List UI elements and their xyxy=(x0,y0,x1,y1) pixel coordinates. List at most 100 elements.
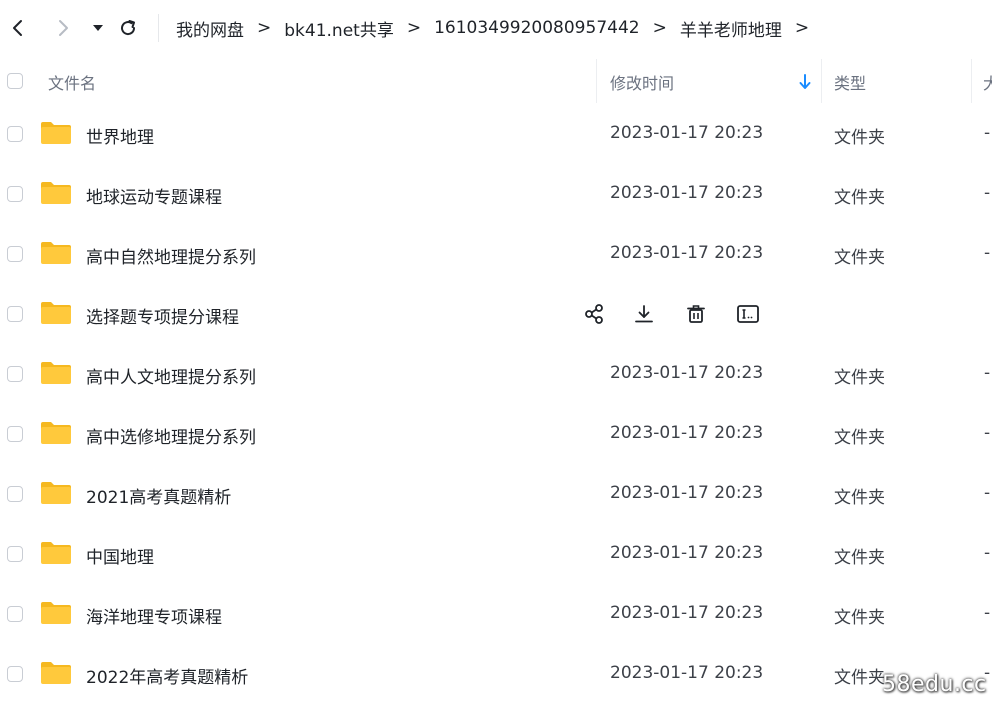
file-name[interactable]: 高中选修地理提分系列 xyxy=(86,423,256,448)
row-checkbox[interactable] xyxy=(7,366,23,382)
folder-icon xyxy=(40,661,72,685)
modified-time: 2023-01-17 20:23 xyxy=(610,663,764,683)
file-name[interactable]: 高中自然地理提分系列 xyxy=(86,243,256,268)
modified-time: 2023-01-17 20:23 xyxy=(610,363,764,383)
file-name[interactable]: 高中人文地理提分系列 xyxy=(86,363,256,388)
share-icon xyxy=(583,303,605,325)
file-type: 文件夹 xyxy=(834,608,885,628)
back-button[interactable] xyxy=(4,14,32,42)
file-name[interactable]: 选择题专项提分课程 xyxy=(86,303,239,328)
folder-icon xyxy=(40,421,72,445)
chevron-left-icon xyxy=(13,20,22,36)
file-row[interactable]: 地球运动专题课程 2023-01-17 20:23 文件夹 - xyxy=(0,164,992,224)
breadcrumb-separator: > xyxy=(652,18,667,38)
refresh-button[interactable] xyxy=(114,14,142,42)
download-icon xyxy=(633,303,655,325)
rename-button[interactable] xyxy=(734,300,762,328)
breadcrumb-item[interactable]: 羊羊老师地理 xyxy=(680,16,782,41)
breadcrumb-item[interactable]: 我的网盘 xyxy=(176,16,244,41)
file-row[interactable]: 选择题专项提分课程 xyxy=(0,284,992,344)
history-dropdown-button[interactable] xyxy=(84,14,112,42)
row-checkbox[interactable] xyxy=(7,666,23,682)
folder-icon xyxy=(40,121,72,145)
file-size: - xyxy=(984,123,991,143)
modified-time: 2023-01-17 20:23 xyxy=(610,183,764,203)
delete-icon xyxy=(685,303,707,325)
select-all-checkbox[interactable] xyxy=(7,73,23,89)
modified-time: 2023-01-17 20:23 xyxy=(610,483,764,503)
breadcrumb-item[interactable]: bk41.net共享 xyxy=(284,16,394,41)
file-row[interactable]: 中国地理 2023-01-17 20:23 文件夹 - xyxy=(0,524,992,584)
folder-icon xyxy=(40,241,72,265)
file-type: 文件夹 xyxy=(834,128,885,148)
download-button[interactable] xyxy=(630,300,658,328)
folder-icon xyxy=(40,181,72,205)
file-row[interactable]: 海洋地理专项课程 2023-01-17 20:23 文件夹 - xyxy=(0,584,992,644)
file-name[interactable]: 世界地理 xyxy=(86,123,154,148)
file-name[interactable]: 海洋地理专项课程 xyxy=(86,603,222,628)
file-size: - xyxy=(984,483,991,503)
file-size: - xyxy=(984,603,991,623)
forward-button[interactable] xyxy=(49,14,77,42)
file-row[interactable]: 高中人文地理提分系列 2023-01-17 20:23 文件夹 - xyxy=(0,344,992,404)
delete-button[interactable] xyxy=(682,300,710,328)
share-button[interactable] xyxy=(580,300,608,328)
row-checkbox[interactable] xyxy=(7,426,23,442)
watermark: 58edu.cc xyxy=(882,672,987,697)
modified-time: 2023-01-17 20:23 xyxy=(610,243,764,263)
row-checkbox[interactable] xyxy=(7,126,23,142)
column-header-type[interactable]: 类型 xyxy=(834,70,866,94)
file-type: 文件夹 xyxy=(834,368,885,388)
file-name[interactable]: 2022年高考真题精析 xyxy=(86,663,248,688)
column-divider[interactable] xyxy=(821,59,822,103)
column-divider[interactable] xyxy=(596,59,597,103)
row-checkbox[interactable] xyxy=(7,246,23,262)
toolbar-divider xyxy=(158,14,159,42)
row-checkbox[interactable] xyxy=(7,546,23,562)
column-header-modified[interactable]: 修改时间 xyxy=(610,70,674,94)
column-header-name[interactable]: 文件名 xyxy=(48,70,96,94)
breadcrumb: 我的网盘 > bk41.net共享 > 1610349920080957442 … xyxy=(176,14,822,42)
file-list-header: 文件名 修改时间 类型 大 xyxy=(0,56,992,106)
chevron-right-icon xyxy=(59,20,68,36)
folder-icon xyxy=(40,481,72,505)
file-row[interactable]: 世界地理 2023-01-17 20:23 文件夹 - xyxy=(0,104,992,164)
column-divider[interactable] xyxy=(971,59,972,103)
file-size: - xyxy=(984,243,991,263)
file-row[interactable]: 2021高考真题精析 2023-01-17 20:23 文件夹 - xyxy=(0,464,992,524)
breadcrumb-separator: > xyxy=(257,18,272,38)
modified-time: 2023-01-17 20:23 xyxy=(610,603,764,623)
file-type: 文件夹 xyxy=(834,248,885,268)
file-name[interactable]: 2021高考真题精析 xyxy=(86,483,231,508)
file-name[interactable]: 地球运动专题课程 xyxy=(86,183,222,208)
sort-descending-icon[interactable] xyxy=(798,74,812,90)
file-type: 文件夹 xyxy=(834,668,885,688)
breadcrumb-item[interactable]: 1610349920080957442 xyxy=(434,18,640,38)
file-row[interactable]: 2022年高考真题精析 2023-01-17 20:23 文件夹 - xyxy=(0,644,992,704)
file-type: 文件夹 xyxy=(834,428,885,448)
row-checkbox[interactable] xyxy=(7,486,23,502)
file-type: 文件夹 xyxy=(834,488,885,508)
modified-time: 2023-01-17 20:23 xyxy=(610,123,764,143)
folder-icon xyxy=(40,301,72,325)
file-size: - xyxy=(984,363,991,383)
file-type: 文件夹 xyxy=(834,188,885,208)
folder-icon xyxy=(40,601,72,625)
column-header-size[interactable]: 大 xyxy=(983,70,992,94)
file-size: - xyxy=(984,423,991,443)
row-checkbox[interactable] xyxy=(7,306,23,322)
breadcrumb-separator: > xyxy=(406,18,422,38)
modified-time: 2023-01-17 20:23 xyxy=(610,543,764,563)
folder-icon xyxy=(40,361,72,385)
row-checkbox[interactable] xyxy=(7,186,23,202)
caret-down-icon xyxy=(93,25,103,31)
modified-time: 2023-01-17 20:23 xyxy=(610,423,764,443)
file-row[interactable]: 高中自然地理提分系列 2023-01-17 20:23 文件夹 - xyxy=(0,224,992,284)
row-checkbox[interactable] xyxy=(7,606,23,622)
file-size: - xyxy=(984,183,991,203)
file-name[interactable]: 中国地理 xyxy=(86,543,154,568)
toolbar: 我的网盘 > bk41.net共享 > 1610349920080957442 … xyxy=(0,0,992,56)
folder-icon xyxy=(40,541,72,565)
file-row[interactable]: 高中选修地理提分系列 2023-01-17 20:23 文件夹 - xyxy=(0,404,992,464)
refresh-icon xyxy=(121,20,136,36)
